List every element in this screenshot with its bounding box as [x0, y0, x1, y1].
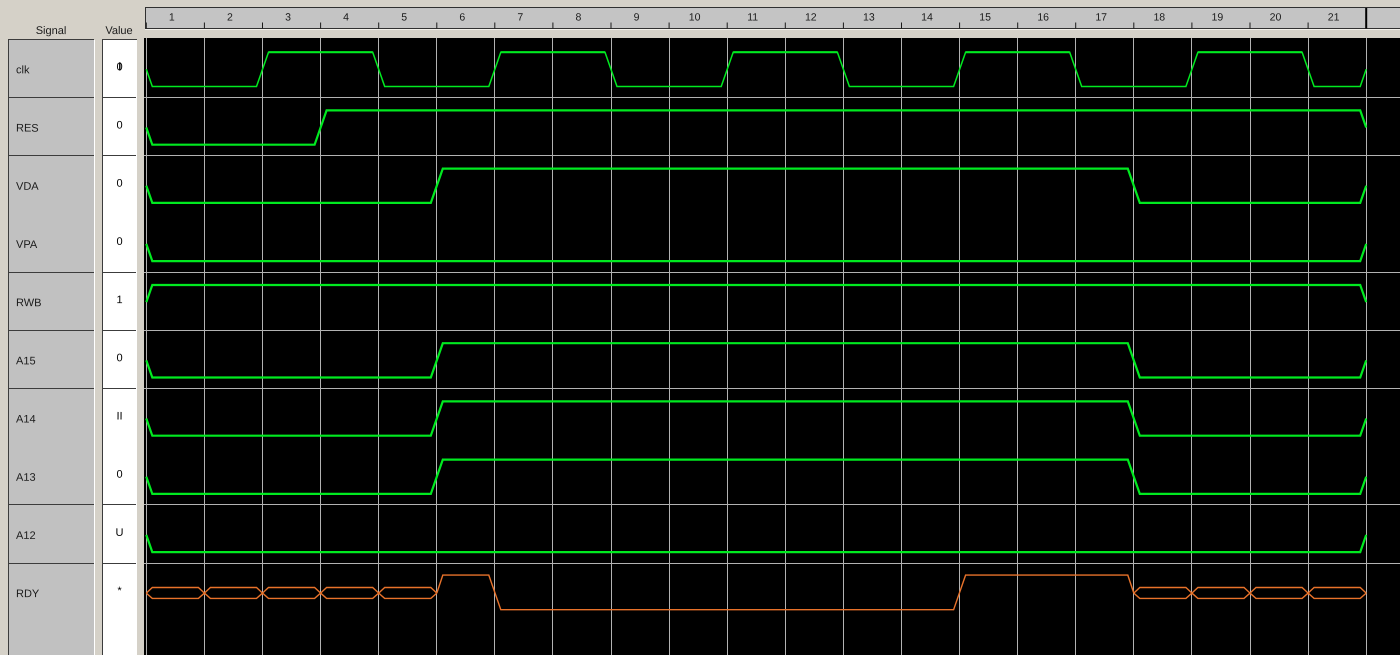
svg-text:16: 16	[1037, 11, 1049, 23]
svg-text:A14: A14	[16, 414, 36, 426]
svg-text:RDY: RDY	[16, 588, 40, 600]
svg-text:6: 6	[459, 11, 465, 23]
svg-text:1: 1	[116, 294, 122, 306]
svg-text:20: 20	[1270, 11, 1282, 23]
svg-text:1: 1	[169, 11, 175, 23]
svg-text:Value: Value	[105, 25, 132, 37]
svg-text:2: 2	[227, 11, 233, 23]
svg-text:A12: A12	[16, 530, 36, 542]
svg-text:VDA: VDA	[16, 181, 39, 193]
svg-text:19: 19	[1212, 11, 1224, 23]
svg-text:clk: clk	[16, 64, 30, 76]
svg-text:0: 0	[116, 352, 122, 364]
svg-text:Signal: Signal	[36, 25, 67, 37]
svg-text:RES: RES	[16, 123, 39, 135]
svg-text:12: 12	[805, 11, 817, 23]
svg-text:0: 0	[116, 178, 122, 190]
svg-text:8: 8	[575, 11, 581, 23]
svg-text:10: 10	[689, 11, 701, 23]
svg-text:14: 14	[921, 11, 933, 23]
svg-text:0: 0	[116, 469, 122, 481]
svg-text:18: 18	[1153, 11, 1165, 23]
svg-text:0: 0	[116, 119, 122, 131]
svg-text:U: U	[116, 527, 124, 539]
svg-text:11: 11	[747, 11, 758, 23]
svg-text:17: 17	[1095, 11, 1107, 23]
svg-text:3: 3	[285, 11, 291, 23]
svg-text:RWB: RWB	[16, 297, 42, 309]
svg-text:A15: A15	[16, 355, 36, 367]
svg-text:15: 15	[979, 11, 991, 23]
svg-text:A13: A13	[16, 472, 36, 484]
svg-text:9: 9	[634, 11, 640, 23]
svg-text:21: 21	[1328, 11, 1340, 23]
svg-text:II: II	[116, 410, 122, 422]
svg-text:13: 13	[863, 11, 875, 23]
svg-text:7: 7	[517, 11, 523, 23]
svg-text:4: 4	[343, 11, 349, 23]
svg-text:VPA: VPA	[16, 239, 38, 251]
svg-text:0: 0	[116, 236, 122, 248]
svg-text:5: 5	[401, 11, 407, 23]
